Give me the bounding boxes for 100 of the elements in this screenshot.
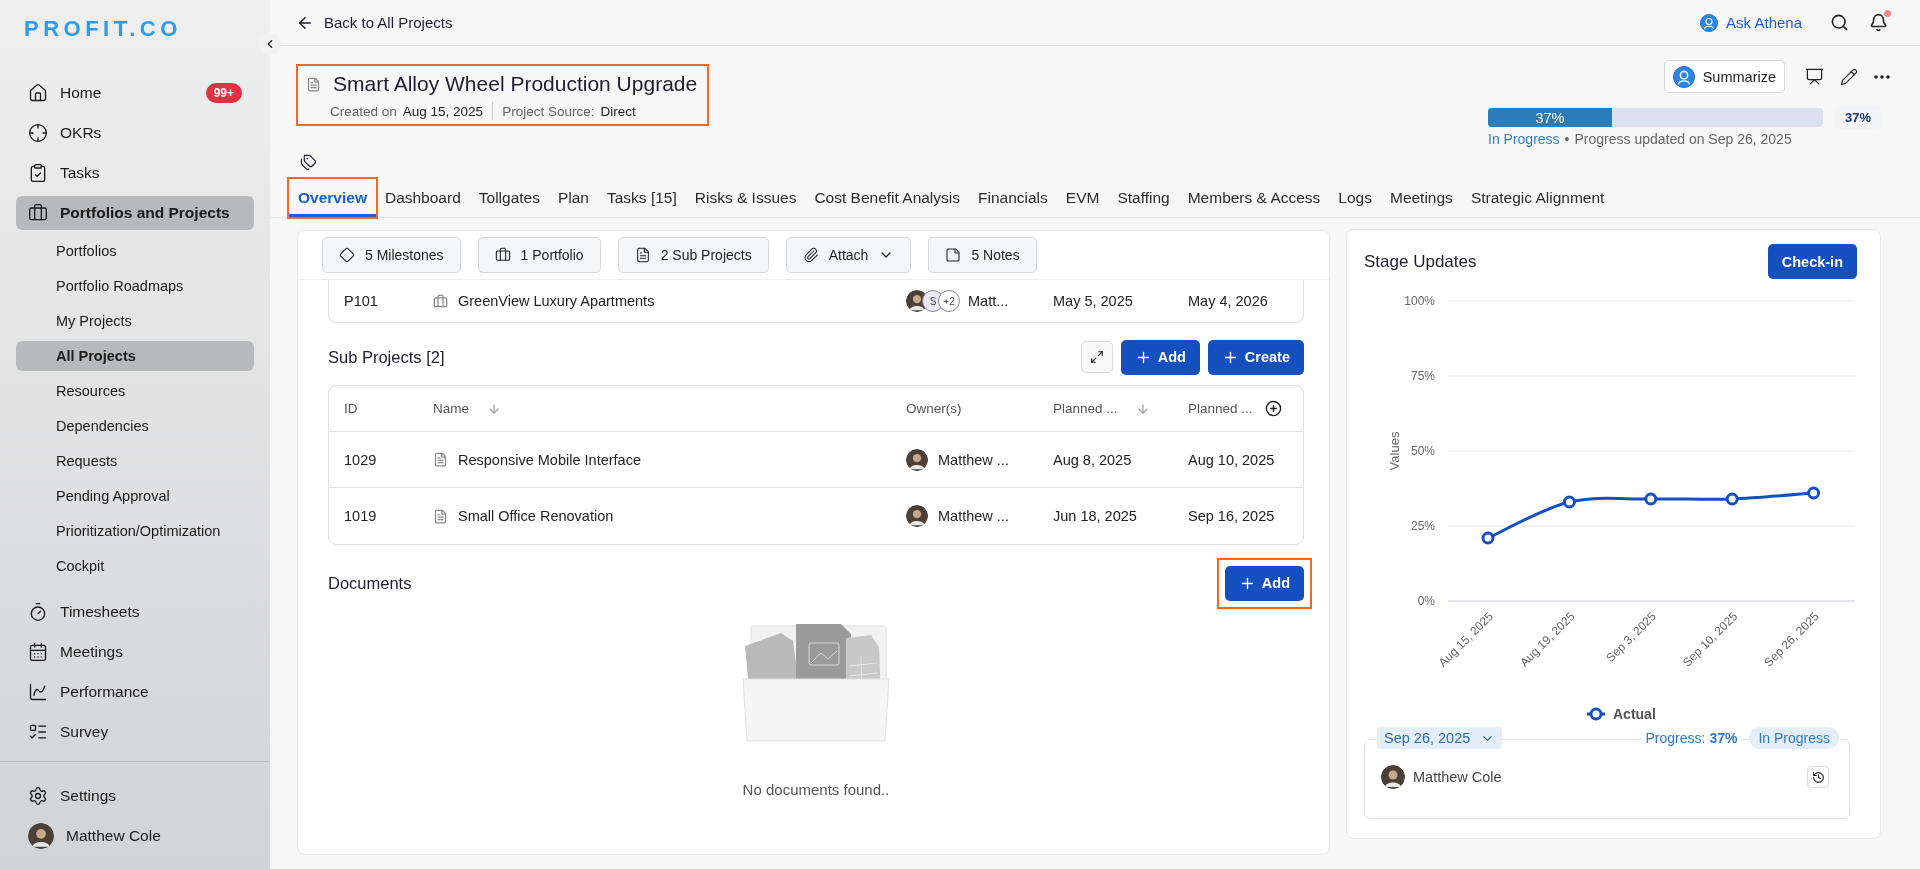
nav-item[interactable]: OKRs (16, 116, 254, 150)
table-cell-text: Aug 8, 2025 (1053, 451, 1133, 468)
create-button[interactable]: Create (1207, 339, 1304, 375)
nav-subitem[interactable]: Resources (16, 376, 254, 406)
nav-item[interactable]: Portfolios and Projects (16, 196, 254, 230)
column-header[interactable]: Planned ... (1053, 401, 1150, 416)
nav-item[interactable]: Home 99+ (16, 76, 254, 110)
more-owners: +2 (938, 290, 960, 312)
note-icon (945, 247, 962, 263)
tab[interactable]: Strategic Alignment (1461, 179, 1614, 217)
progress-label: Progress: (1641, 730, 1710, 746)
table-cell-text: 1019 (344, 508, 378, 524)
toolbar-button[interactable]: 5 Milestones (322, 237, 461, 273)
toolbar-button[interactable]: 2 Sub Projects (617, 237, 769, 273)
nav-item[interactable]: Survey (16, 715, 254, 749)
clipboard-check-icon (28, 163, 48, 183)
add-column-icon[interactable] (1264, 400, 1282, 417)
tags-icon[interactable] (300, 153, 317, 171)
table-cell: Matthew ... (938, 508, 1009, 524)
document-icon (306, 76, 321, 92)
edit-button[interactable] (1840, 67, 1858, 86)
nav-item[interactable]: Performance (16, 675, 254, 709)
user-profile[interactable]: Matthew Cole (16, 819, 254, 853)
nav-item[interactable]: Meetings (16, 635, 254, 669)
tab[interactable]: Dashboard (375, 179, 470, 217)
table-cell-text: Sep 16, 2025 (1188, 508, 1276, 524)
nav-item[interactable]: Timesheets (16, 595, 254, 629)
update-text: Progress updated on Sep 26, 2025 (1574, 131, 1792, 147)
presentation-button[interactable] (1805, 67, 1824, 86)
settings-icon (28, 786, 48, 806)
tab[interactable]: Logs (1329, 179, 1381, 217)
table-cell-text: P101 (344, 293, 379, 309)
column-header[interactable]: Planned ... (1188, 401, 1253, 416)
nav-subitem[interactable]: Portfolio Roadmaps (16, 271, 254, 301)
summarize-button[interactable]: Summarize (1663, 60, 1785, 93)
table-cell-text: May 4, 2026 (1188, 293, 1269, 309)
briefcase-icon (433, 293, 448, 309)
avatar-icon (1672, 65, 1695, 88)
tab[interactable]: Financials (969, 179, 1057, 217)
axis-label: 75% (1410, 369, 1435, 383)
tab[interactable]: Risks & Issues (685, 179, 806, 217)
count-badge: 99+ (205, 83, 242, 103)
meta-label: Project Source: (502, 103, 595, 119)
tab[interactable]: Tasks [15] (598, 179, 686, 217)
column-header[interactable]: Name (433, 401, 501, 416)
axis-label: 100% (1404, 294, 1435, 308)
data-point (1562, 495, 1576, 509)
toolbar-button[interactable]: 1 Portfolio (477, 237, 601, 273)
expand-button[interactable] (1080, 341, 1113, 373)
tab[interactable]: Tollgates (469, 179, 549, 217)
project-title: Smart Alloy Wheel Production Upgrade (333, 72, 698, 96)
tab[interactable]: EVM (1056, 179, 1109, 217)
separator: • (1564, 131, 1570, 147)
legend-marker (1587, 707, 1605, 721)
progress-label: 37% (1535, 109, 1565, 126)
avatar (1381, 765, 1405, 789)
settings-item[interactable]: Settings (16, 779, 254, 813)
presentation-icon (1805, 67, 1824, 86)
history-icon (1811, 770, 1825, 784)
card-title: Stage Updates (1364, 251, 1477, 272)
table-cell[interactable]: Small Office Renovation (458, 508, 614, 524)
history-button[interactable] (1807, 766, 1829, 788)
search-button[interactable] (1830, 13, 1849, 32)
more-icon (1874, 74, 1890, 79)
tab[interactable]: Overview (289, 179, 376, 217)
toolbar-button[interactable]: Attach (785, 237, 912, 273)
nav-subitem[interactable]: Requests (16, 446, 254, 476)
tab[interactable]: Members & Access (1178, 179, 1330, 217)
home-icon (28, 83, 48, 103)
nav-subitem[interactable]: Portfolios (16, 236, 254, 266)
check-in-button[interactable]: Check-in (1767, 244, 1857, 279)
tab[interactable]: Cost Benefit Analysis (805, 179, 969, 217)
status-pill: In Progress (1749, 727, 1839, 749)
nav-subitem[interactable]: Cockpit (16, 551, 254, 581)
nav-subitem[interactable]: My Projects (16, 306, 254, 336)
column-header[interactable]: ID (344, 401, 358, 416)
nav-subitem[interactable]: Dependencies (16, 411, 254, 441)
nav-subitem[interactable]: Prioritization/Optimization (16, 516, 254, 546)
toolbar-button[interactable]: 5 Notes (928, 237, 1037, 273)
nav-item[interactable]: Tasks (16, 156, 254, 190)
add-button[interactable]: Add (1224, 565, 1304, 601)
calendar-icon (28, 642, 48, 662)
ask-button[interactable]: Ask Athena (1700, 13, 1802, 32)
tab[interactable]: Plan (548, 179, 598, 217)
tab[interactable]: Meetings (1380, 179, 1462, 217)
column-header[interactable]: Owner(s) (906, 401, 962, 416)
paperclip-icon (802, 247, 819, 263)
more-button[interactable] (1874, 74, 1890, 79)
axis-title: Values (1387, 431, 1402, 471)
notifications-button[interactable] (1869, 13, 1888, 32)
table-cell: Matthew ... (938, 451, 1009, 468)
nav-subitem[interactable]: Pending Approval (16, 481, 254, 511)
tab[interactable]: Staffing (1108, 179, 1179, 217)
stopwatch-icon (28, 602, 48, 622)
table-cell[interactable]: Responsive Mobile Interface (458, 451, 641, 468)
table-cell-text: May 5, 2025 (1053, 293, 1134, 309)
date-dropdown[interactable]: Sep 26, 2025 (1377, 727, 1503, 749)
nav-subitem[interactable]: All Projects (16, 341, 254, 371)
add-button[interactable]: Add (1120, 339, 1200, 375)
back-link[interactable]: Back to All Projects (296, 13, 453, 32)
